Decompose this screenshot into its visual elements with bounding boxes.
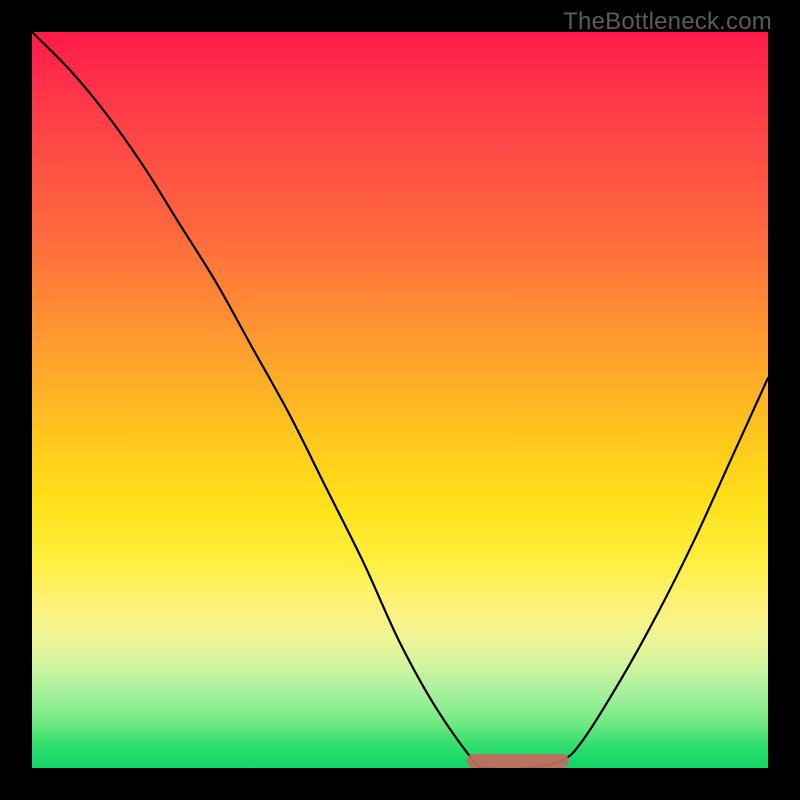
bottleneck-curve	[32, 32, 768, 768]
chart-frame: TheBottleneck.com	[0, 0, 800, 800]
curve-svg	[32, 32, 768, 768]
plot-area	[32, 32, 768, 768]
